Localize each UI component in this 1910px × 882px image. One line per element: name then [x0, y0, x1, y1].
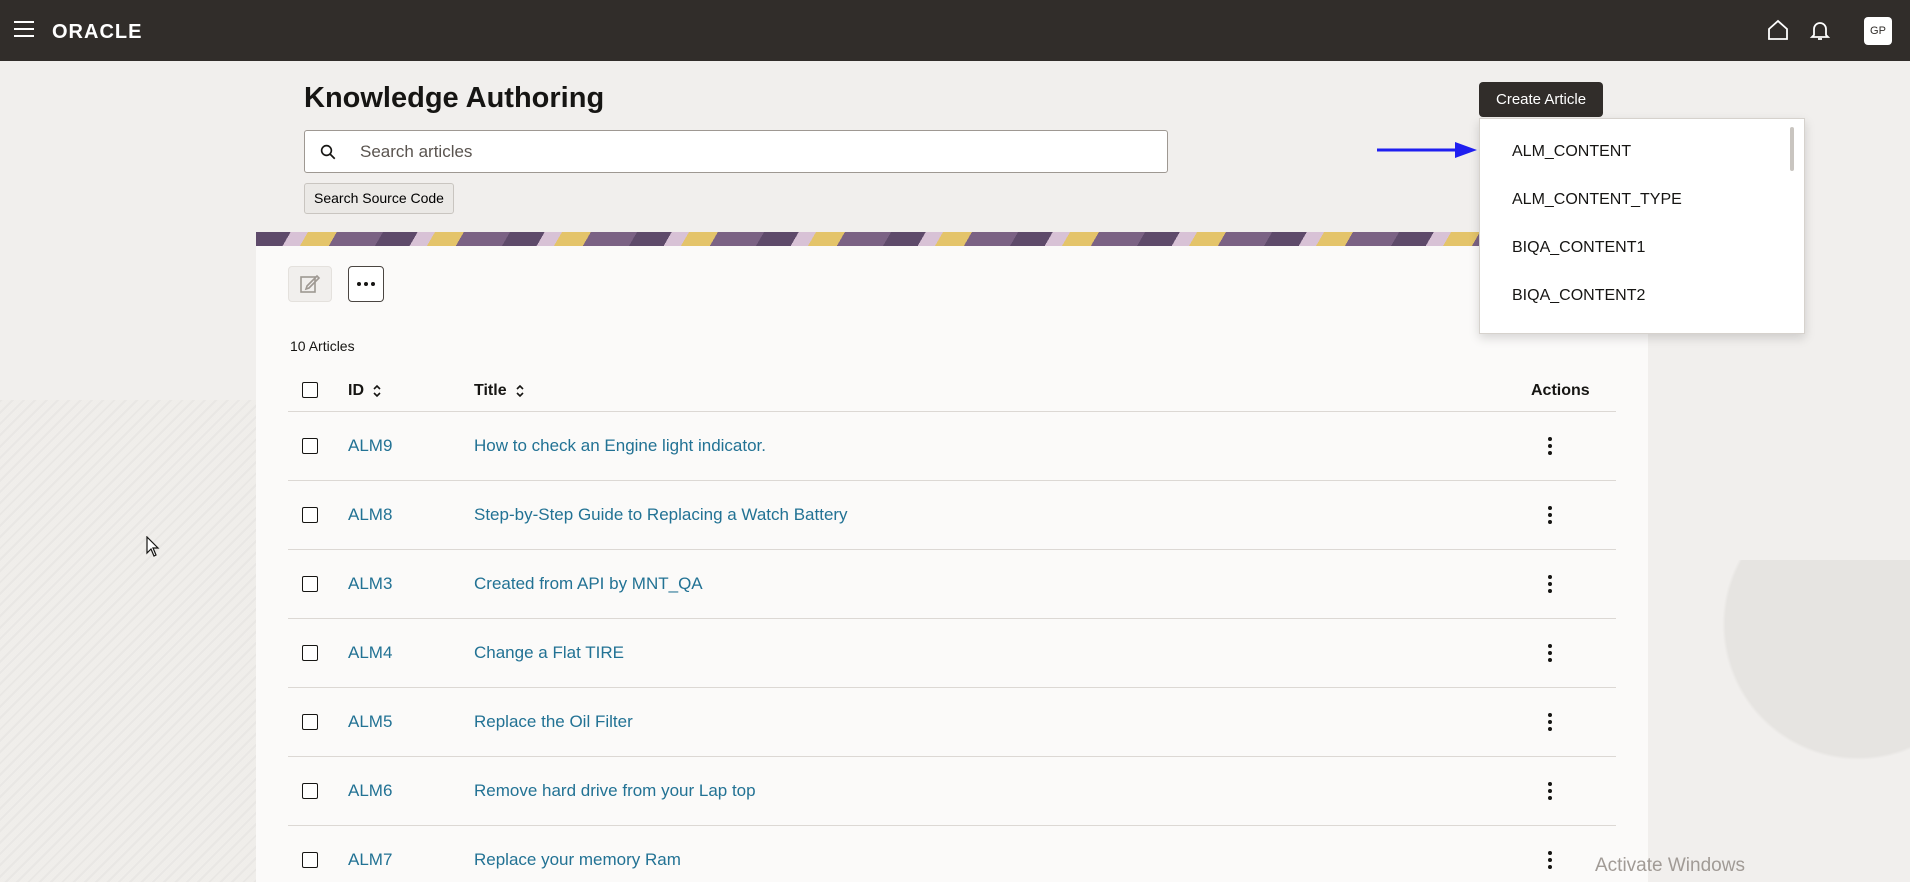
table-row: ALM4 Change a Flat TIRE	[288, 619, 1616, 688]
background-pattern	[1650, 560, 1910, 882]
hamburger-menu-icon[interactable]	[14, 21, 34, 39]
column-title-label: Title	[474, 382, 507, 399]
table-row: ALM7 Replace your memory Ram	[288, 826, 1616, 882]
article-id-link[interactable]: ALM3	[348, 574, 392, 594]
sort-icon	[516, 384, 524, 398]
table-row: ALM8 Step-by-Step Guide to Replacing a W…	[288, 481, 1616, 550]
article-id-link[interactable]: ALM7	[348, 850, 392, 870]
article-id-link[interactable]: ALM9	[348, 436, 392, 456]
article-id-link[interactable]: ALM5	[348, 712, 392, 732]
row-actions-icon[interactable]	[1538, 779, 1562, 803]
dropdown-item-biqa-content1[interactable]: BIQA_CONTENT1	[1512, 239, 1645, 257]
avatar[interactable]: GP	[1864, 17, 1892, 45]
article-title-link[interactable]: Replace the Oil Filter	[474, 712, 633, 732]
search-box[interactable]	[304, 130, 1168, 173]
content-type-dropdown: ALM_CONTENT ALM_CONTENT_TYPE BIQA_CONTEN…	[1479, 118, 1805, 334]
articles-panel: 10 Articles ID Title Actions ALM9 How to…	[256, 246, 1648, 882]
search-icon	[320, 144, 336, 160]
row-actions-icon[interactable]	[1538, 848, 1562, 872]
activate-windows-watermark: Activate Windows	[1595, 855, 1745, 876]
row-checkbox[interactable]	[302, 783, 318, 799]
article-id-link[interactable]: ALM4	[348, 643, 392, 663]
column-id-label: ID	[348, 382, 364, 399]
bell-icon[interactable]	[1808, 18, 1832, 42]
home-icon[interactable]	[1766, 18, 1790, 42]
decorative-banner	[256, 232, 1648, 246]
sort-icon	[373, 384, 381, 398]
column-actions: Actions	[1531, 382, 1590, 399]
dropdown-item-alm-content[interactable]: ALM_CONTENT	[1512, 143, 1631, 161]
row-checkbox[interactable]	[302, 438, 318, 454]
dropdown-scrollbar[interactable]	[1790, 127, 1794, 171]
article-title-link[interactable]: Change a Flat TIRE	[474, 643, 624, 663]
articles-table: ID Title Actions ALM9 How to check an En…	[288, 370, 1616, 882]
article-title-link[interactable]: Step-by-Step Guide to Replacing a Watch …	[474, 505, 848, 525]
oracle-logo[interactable]: ORACLE	[52, 21, 142, 44]
row-actions-icon[interactable]	[1538, 503, 1562, 527]
row-checkbox[interactable]	[302, 852, 318, 868]
article-count: 10 Articles	[290, 338, 355, 354]
more-options-button[interactable]	[348, 266, 384, 302]
page-title: Knowledge Authoring	[304, 82, 605, 114]
create-article-button[interactable]: Create Article	[1479, 82, 1604, 117]
row-actions-icon[interactable]	[1538, 710, 1562, 734]
mouse-cursor-icon	[146, 536, 160, 557]
select-all-checkbox[interactable]	[302, 382, 318, 398]
background-pattern	[0, 400, 260, 882]
table-row: ALM3 Created from API by MNT_QA	[288, 550, 1616, 619]
column-title[interactable]: Title	[474, 382, 525, 400]
annotation-arrow-icon	[1377, 142, 1477, 158]
row-actions-icon[interactable]	[1538, 572, 1562, 596]
dropdown-item-alm-content-type[interactable]: ALM_CONTENT_TYPE	[1512, 191, 1682, 209]
search-input[interactable]	[360, 140, 1140, 164]
table-header: ID Title Actions	[288, 370, 1616, 412]
edit-button[interactable]	[288, 266, 332, 302]
table-row: ALM5 Replace the Oil Filter	[288, 688, 1616, 757]
table-row: ALM9 How to check an Engine light indica…	[288, 412, 1616, 481]
row-checkbox[interactable]	[302, 507, 318, 523]
row-checkbox[interactable]	[302, 714, 318, 730]
article-title-link[interactable]: Remove hard drive from your Lap top	[474, 781, 756, 801]
dropdown-item-biqa-content2[interactable]: BIQA_CONTENT2	[1512, 287, 1645, 305]
row-checkbox[interactable]	[302, 576, 318, 592]
search-source-code-button[interactable]: Search Source Code	[304, 183, 454, 214]
ellipsis-icon	[357, 282, 375, 286]
article-title-link[interactable]: How to check an Engine light indicator.	[474, 436, 766, 456]
edit-icon	[300, 274, 321, 293]
article-id-link[interactable]: ALM6	[348, 781, 392, 801]
article-id-link[interactable]: ALM8	[348, 505, 392, 525]
article-title-link[interactable]: Replace your memory Ram	[474, 850, 681, 870]
row-actions-icon[interactable]	[1538, 641, 1562, 665]
table-row: ALM6 Remove hard drive from your Lap top	[288, 757, 1616, 826]
row-actions-icon[interactable]	[1538, 434, 1562, 458]
column-id[interactable]: ID	[348, 382, 382, 400]
article-title-link[interactable]: Created from API by MNT_QA	[474, 574, 703, 594]
top-bar: ORACLE GP	[0, 0, 1910, 61]
row-checkbox[interactable]	[302, 645, 318, 661]
